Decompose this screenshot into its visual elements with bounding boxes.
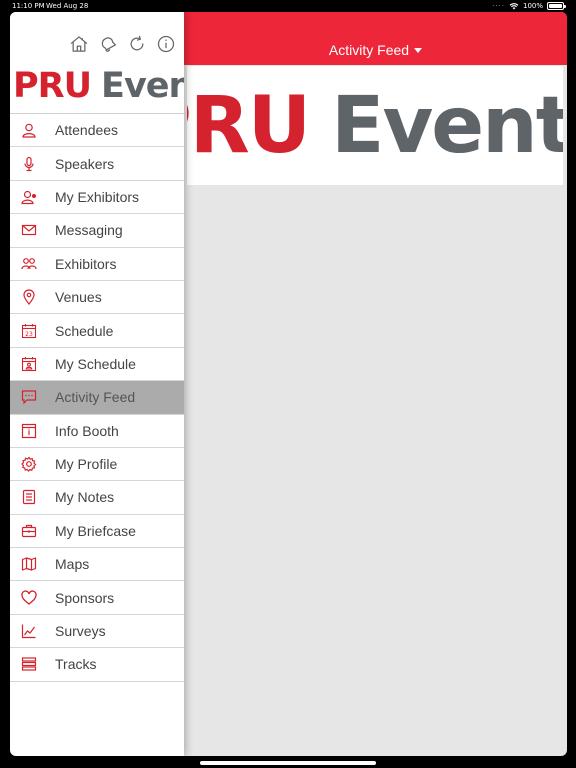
page-title: Activity Feed [328, 42, 410, 58]
logo-text-pru: PRU [13, 65, 92, 106]
sidebar-item-label: Surveys [55, 623, 106, 640]
sidebar-item-label: Messaging [55, 222, 123, 239]
sidebar-item-exhibitors[interactable]: Exhibitors [10, 247, 184, 281]
microphone-icon [20, 155, 38, 173]
user-badge-icon [20, 188, 38, 206]
sidebar-item-surveys[interactable]: Surveys [10, 614, 184, 649]
calendar-icon: 23 [20, 322, 38, 340]
sidebar-item-label: My Profile [55, 456, 118, 473]
sidebar-item-my-exhibitors[interactable]: My Exhibitors [10, 180, 184, 215]
sidebar-item-activity-feed[interactable]: Activity Feed [10, 381, 184, 415]
group-icon [20, 255, 38, 273]
sidebar-item-maps[interactable]: Maps [10, 548, 184, 582]
sidebar-toolbar [10, 30, 184, 58]
info-icon[interactable] [156, 34, 176, 54]
sidebar-item-speakers[interactable]: Speakers [10, 147, 184, 181]
sidebar-item-label: My Notes [55, 489, 115, 506]
sidebar-item-label: Maps [55, 556, 90, 573]
sidebar-item-label: My Exhibitors [55, 188, 140, 205]
sidebar-item-tracks[interactable]: Tracks [10, 648, 184, 682]
battery-level [549, 4, 562, 8]
banner-text-pru: PRU [187, 80, 311, 171]
sidebar-item-label: Info Booth [55, 422, 119, 439]
calendar-person-icon [20, 355, 38, 373]
status-date: Wed Aug 28 [46, 2, 89, 10]
event-banner: PRU Events [187, 66, 563, 185]
sidebar-item-messaging[interactable]: Messaging [10, 214, 184, 248]
sidebar-item-venues[interactable]: Venues [10, 280, 184, 315]
sidebar-item-label: Speakers [55, 155, 115, 172]
sidebar-item-my-briefcase[interactable]: My Briefcase [10, 514, 184, 549]
status-bar: 11:10 PM Wed Aug 28 ···· 100% [0, 0, 576, 12]
map-pin-icon [20, 288, 38, 306]
info-box-icon [20, 422, 38, 440]
device-screen: 11:10 PM Wed Aug 28 ···· 100% PRU Eve At… [0, 0, 576, 768]
sidebar-item-label: Activity Feed [55, 389, 136, 406]
sidebar-item-info-booth[interactable]: Info Booth [10, 414, 184, 448]
sidebar-item-my-notes[interactable]: My Notes [10, 481, 184, 515]
sidebar-item-my-schedule[interactable]: My Schedule [10, 347, 184, 382]
layers-icon [20, 655, 38, 673]
main-content: Activity Feed PRU Events [184, 12, 567, 756]
bell-icon[interactable] [98, 34, 118, 54]
sidebar-top-spacer [10, 12, 184, 30]
svg-text:23: 23 [25, 331, 33, 338]
sidebar-item-label: Exhibitors [55, 255, 117, 272]
wifi-icon [509, 3, 519, 10]
sidebar-item-sponsors[interactable]: Sponsors [10, 581, 184, 615]
banner-text-events: Events [331, 80, 563, 171]
sidebar-item-label: Attendees [55, 122, 119, 139]
sidebar-item-schedule[interactable]: 23 Schedule [10, 314, 184, 348]
sidebar-menu: Attendees Speakers My Exhibitors Messagi… [10, 114, 184, 682]
sidebar-item-label: My Briefcase [55, 522, 136, 539]
chart-icon [20, 622, 38, 640]
sidebar-item-label: Venues [55, 289, 102, 306]
status-right: ···· 100% [492, 0, 566, 12]
sidebar-logo: PRU Events [10, 58, 184, 114]
heart-icon [20, 589, 38, 607]
sidebar-item-label: Sponsors [55, 589, 115, 606]
top-navigation-bar: Activity Feed [184, 12, 567, 65]
home-icon[interactable] [69, 34, 89, 54]
sidebar-item-attendees[interactable]: Attendees [10, 114, 184, 148]
sidebar: PRU Events Attendees Speakers My Exhi [10, 12, 184, 756]
sidebar-item-label: Schedule [55, 322, 114, 339]
feed-selector-dropdown[interactable]: Activity Feed [328, 42, 423, 58]
sidebar-item-my-profile[interactable]: My Profile [10, 447, 184, 482]
caret-down-icon [414, 47, 423, 53]
gear-icon [20, 455, 38, 473]
briefcase-icon [20, 522, 38, 540]
sidebar-item-label: Tracks [55, 656, 97, 673]
logo-text-events: Events [101, 65, 184, 106]
envelope-icon [20, 221, 38, 239]
person-icon [20, 121, 38, 139]
sidebar-item-label: My Schedule [55, 355, 136, 372]
map-icon [20, 555, 38, 573]
status-time: 11:10 PM [12, 2, 45, 10]
chat-bubble-icon [20, 388, 38, 406]
home-indicator[interactable] [200, 761, 376, 765]
notes-icon [20, 488, 38, 506]
battery-percent: 100% [522, 2, 543, 10]
refresh-icon[interactable] [127, 34, 147, 54]
multitask-dots-icon: ···· [492, 2, 505, 10]
battery-icon [547, 2, 566, 10]
